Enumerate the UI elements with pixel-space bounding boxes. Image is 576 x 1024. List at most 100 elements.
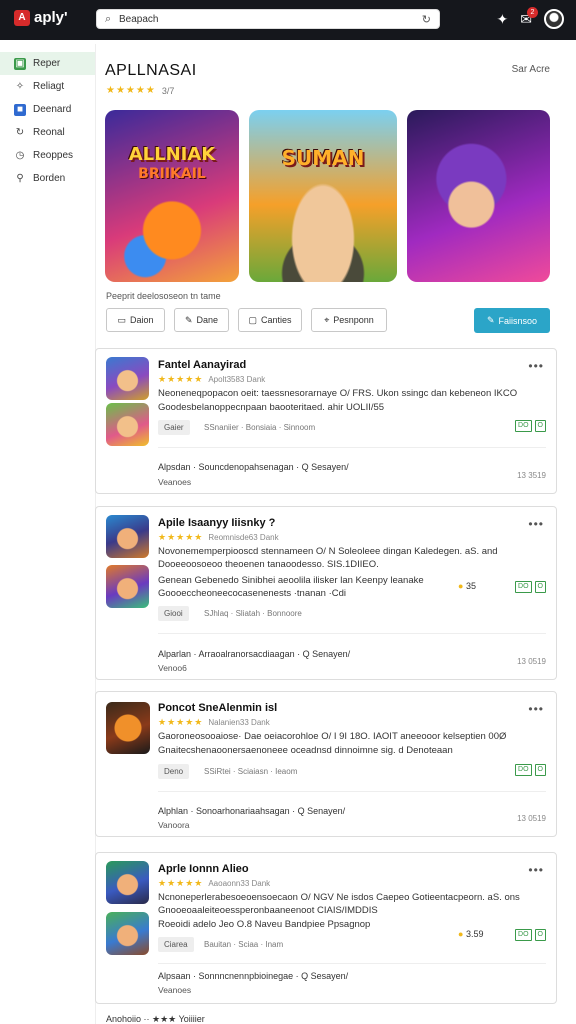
card-rating: ★★★★★ Nalanien33 Dank: [158, 717, 270, 728]
edit-icon: ✎: [486, 315, 495, 325]
user-icon: ⚲: [16, 172, 24, 184]
card-title[interactable]: Poncot SneAlenmin isl: [158, 702, 277, 714]
edit-icon: ✎: [184, 314, 193, 325]
card-tag[interactable]: Ciarea: [158, 937, 194, 952]
more-icon[interactable]: •••: [528, 863, 544, 877]
badge: O: [534, 764, 546, 776]
notification-count: 2: [527, 6, 538, 18]
hero-banner-1[interactable]: ALLNIAK BRIIKAIL: [105, 110, 239, 282]
settings-icon[interactable]: ✦: [497, 11, 509, 28]
badge: DO: [515, 420, 532, 432]
card-meta: SSiRtei · Sciaiasn · Ieaom: [204, 767, 298, 776]
card-meta: SJhlaq · Sliatah · Bonnoore: [204, 609, 302, 618]
card-tag[interactable]: Giooi: [158, 606, 189, 621]
card-badges: DO O: [515, 764, 546, 776]
app-card[interactable]: ••• Fantel Aanayirad ★★★★★ Apolt3583 Dan…: [95, 348, 557, 494]
card-footer-sub: Veanoes: [158, 477, 192, 487]
divider: [158, 633, 546, 634]
card-description: Gaoroneosooaiose· Dae oeiacorohloe O/ I …: [158, 731, 507, 742]
sidebar-item-borden[interactable]: ⚲ Borden: [0, 167, 95, 190]
card-title[interactable]: Aprle Ionnn Alieo: [158, 863, 249, 875]
app-thumbnail[interactable]: [106, 515, 149, 558]
card-rating: ★★★★★ Reomnisde63 Dank: [158, 532, 279, 543]
sidebar-item-deenard[interactable]: ■ Deenard: [0, 98, 95, 121]
rating-text: Nalanien33 Dank: [208, 718, 270, 727]
search-input[interactable]: [119, 12, 409, 27]
sidebar-item-label: Reper: [33, 58, 61, 69]
card-badges: DO O: [515, 581, 546, 593]
card-description: Goooeccheoneecocasenenests ·tnanan ·Cdi: [158, 588, 347, 599]
card-tag[interactable]: Gaier: [158, 420, 190, 435]
trophy-icon: ✧: [15, 80, 25, 92]
refresh-icon[interactable]: ↻: [422, 13, 431, 26]
card-footer-count: 13 3519: [517, 471, 546, 480]
card-title[interactable]: Fantel Aanayirad: [158, 359, 246, 371]
app-thumbnail[interactable]: [106, 403, 149, 446]
divider: [158, 791, 546, 792]
sidebar-item-label: Reliagt: [33, 81, 65, 92]
canties-button[interactable]: ▢ Canties: [238, 308, 302, 332]
app-card[interactable]: ••• Poncot SneAlenmin isl ★★★★★ Nalanien…: [95, 691, 557, 837]
hero-banner-2[interactable]: SUMAN: [249, 110, 397, 282]
sidebar-item-label: Borden: [33, 173, 66, 184]
app-logo[interactable]: A aply': [14, 9, 68, 26]
app-thumbnail[interactable]: [106, 357, 149, 400]
sidebar-item-reonal[interactable]: ↻ Reonal: [0, 121, 95, 144]
notification-bell-icon[interactable]: ✉ 2: [520, 6, 538, 28]
pin-icon: ⌖: [324, 314, 330, 325]
card-tag[interactable]: Deno: [158, 764, 190, 779]
sidebar: ▣ Reper ✧ Reliagt ■ Deenard ↻ Reonal ◷ R…: [0, 52, 95, 190]
next-card-peek: Anohoiio ·· ★★★ Yoiiiier: [106, 1014, 205, 1024]
grid-icon: ▣: [14, 57, 26, 70]
rating-stars: ★★★★★: [158, 532, 204, 542]
user-avatar[interactable]: [544, 9, 564, 29]
card-description: Gnaitecshenaoonersaenoneee oceadnsd dinn…: [158, 745, 453, 756]
app-icon: ■: [14, 103, 26, 116]
badge: O: [534, 420, 546, 432]
card-description: Roeoidi adelo Jeo O.8 Naveu Bandpiee Pps…: [158, 919, 371, 930]
primary-action-button[interactable]: ✎ Faiisnsoo: [474, 308, 550, 333]
page-title: APLLNASAI: [105, 62, 197, 79]
card-footer-sub: Vanoora: [158, 820, 190, 830]
rating-text: Reomnisde63 Dank: [208, 533, 279, 542]
document-icon: ▢: [248, 314, 257, 325]
more-icon[interactable]: •••: [528, 702, 544, 716]
card-footer: Alpsdan · Souncdenopahsenagan · Q Sesaye…: [158, 462, 349, 472]
coin-count: ● 35: [458, 581, 476, 591]
sidebar-item-reliagt[interactable]: ✧ Reliagt: [0, 75, 95, 98]
rating-stars: ★★★★★: [158, 717, 204, 727]
hero-banner-3[interactable]: [407, 110, 550, 282]
clock-icon: ◷: [15, 149, 25, 161]
card-title[interactable]: Apile Isaanyy Iiisnky ?: [158, 517, 275, 529]
hero-title: ALLNIAK: [128, 144, 216, 165]
more-icon[interactable]: •••: [528, 359, 544, 373]
coin-icon: ●: [458, 581, 464, 591]
divider: [158, 963, 546, 964]
app-card[interactable]: ••• Aprle Ionnn Alieo ★★★★★ Aaoaonn33 Da…: [95, 852, 557, 1004]
app-card[interactable]: ••• Apile Isaanyy Iiisnky ? ★★★★★ Reomni…: [95, 506, 557, 680]
dane-button[interactable]: ✎ Dane: [174, 308, 229, 332]
sort-link[interactable]: Sar Acre: [512, 64, 550, 75]
more-icon[interactable]: •••: [528, 517, 544, 531]
sidebar-item-reper[interactable]: ▣ Reper: [0, 52, 95, 75]
hero-subtitle: BRIIKAIL: [138, 166, 206, 182]
sidebar-item-reoppes[interactable]: ◷ Reoppes: [0, 144, 95, 167]
daion-button[interactable]: ▭ Daion: [106, 308, 165, 332]
card-footer-sub: Venoo6: [158, 663, 187, 673]
search-icon: ⌕: [105, 13, 112, 25]
app-thumbnail[interactable]: [106, 861, 149, 904]
action-buttons: ▭ Daion ✎ Dane ▢ Canties ⌖ Pesnponn: [106, 308, 387, 332]
card-meta: SSnaniier · Bonsiaia · Sinnoom: [204, 423, 316, 432]
app-thumbnail[interactable]: [106, 702, 150, 754]
pesnponn-button[interactable]: ⌖ Pesnponn: [311, 308, 387, 332]
rating-text: Aaoaonn33 Dank: [208, 879, 271, 888]
badge: DO: [515, 581, 532, 593]
card-description: Dooeeoosoeoo theoenen tanaoodesso. SIS.1…: [158, 559, 379, 570]
image-icon: ▭: [117, 314, 126, 325]
search-bar[interactable]: ⌕ ↻: [96, 9, 440, 29]
coin-icon: ●: [458, 929, 464, 939]
app-thumbnail[interactable]: [106, 912, 149, 955]
card-description: Neoneneqpopacon oeit: taessnesorarnaye O…: [158, 388, 518, 399]
card-footer: Alparlan · Arraoalranorsacdiaagan · Q Se…: [158, 649, 351, 659]
app-thumbnail[interactable]: [106, 565, 149, 608]
